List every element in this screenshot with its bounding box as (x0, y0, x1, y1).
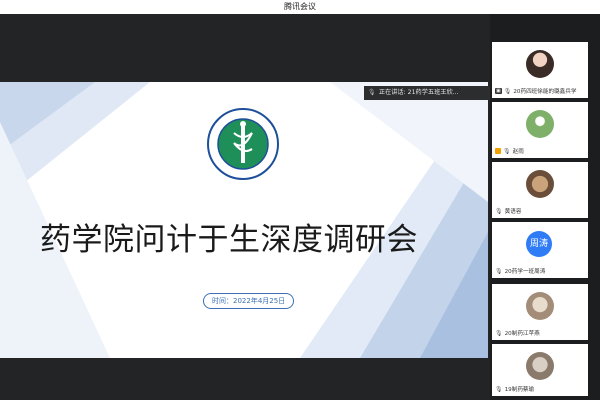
microphone-icon: 🎙 (503, 87, 512, 95)
presentation-slide: 药学院问计于生深度调研会 时间：2022年4月25日 (0, 82, 488, 358)
window-titlebar: 腾讯会议 (0, 0, 600, 14)
speaking-indicator: 🎙 正在讲话: 21药学五班王欣... (364, 86, 490, 100)
host-badge-icon (495, 148, 501, 154)
participant-avatar (526, 170, 554, 198)
participant-name: 20药四班徐能的璐鑫兵学 (513, 89, 577, 95)
microphone-icon: 🎙 (495, 385, 503, 393)
participant-avatar (526, 50, 554, 78)
participant-name-row: 🎙 20药学一班周涛 (495, 267, 546, 276)
participant-tile[interactable]: 🎙 赵雨 (492, 102, 588, 158)
participant-name-row: 🎙 19制药蔡瑜 (495, 385, 535, 394)
slide-date: 时间：2022年4月25日 (203, 293, 295, 309)
slide-title: 药学院问计于生深度调研会 (40, 222, 418, 258)
participant-tile[interactable]: 🎙 20制药江苹燕 (492, 284, 588, 340)
participant-name: 20药学一班周涛 (504, 269, 546, 275)
school-seal-logo (207, 108, 279, 180)
participant-tile[interactable]: 周涛 🎙 20药学一班周涛 (492, 222, 588, 278)
participant-avatar (526, 352, 554, 380)
participant-tile[interactable]: ▣ 🎙 20药四班徐能的璐鑫兵学 (492, 42, 588, 98)
microphone-icon: 🎙 (495, 207, 503, 215)
window-title: 腾讯会议 (284, 2, 316, 11)
participant-tile[interactable]: 🎙 19制药蔡瑜 (492, 344, 588, 396)
speaking-label: 正在讲话: 21药学五班王欣... (378, 89, 459, 96)
microphone-icon: 🎙 (368, 89, 376, 96)
participant-name-row: 🎙 20制药江苹燕 (495, 329, 540, 338)
participant-name-row: 🎙 黄语容 (495, 207, 522, 216)
microphone-icon: 🎙 (495, 267, 503, 275)
participant-name: 20制药江苹燕 (504, 331, 540, 337)
participant-name-row: 🎙 赵雨 (495, 147, 524, 155)
participant-tile[interactable]: 🎙 黄语容 (492, 162, 588, 218)
screen-share-icon: ▣ (495, 88, 502, 94)
participant-avatar (526, 292, 554, 320)
participant-name: 黄语容 (504, 209, 522, 215)
participant-name-row: ▣ 🎙 20药四班徐能的璐鑫兵学 (495, 87, 576, 95)
participant-avatar: 周涛 (526, 231, 552, 257)
microphone-icon: 🎙 (503, 147, 511, 155)
microphone-icon: 🎙 (495, 329, 503, 337)
participant-name: 赵雨 (512, 149, 524, 155)
participant-name: 19制药蔡瑜 (504, 387, 535, 393)
participant-avatar (526, 110, 554, 138)
